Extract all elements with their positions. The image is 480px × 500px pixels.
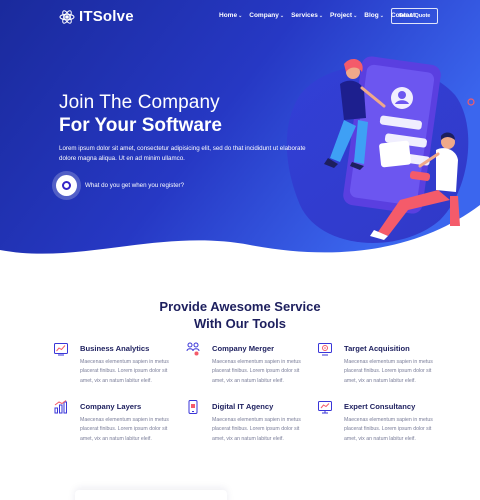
hero-title-line1: Join The Company (59, 92, 220, 113)
merger-people-icon (186, 342, 200, 356)
nav-label: Company (249, 12, 279, 19)
next-section-card (75, 490, 227, 500)
service-description: Maecenas elementum sapien in metus place… (212, 359, 301, 384)
video-play-button[interactable]: What do you get when you register? (56, 175, 184, 196)
get-a-quote-button[interactable]: Get A Quote (391, 8, 438, 24)
brand-name: ITSolve (79, 8, 134, 25)
chevron-down-icon: ⌄ (353, 12, 358, 19)
brand-logo[interactable]: ITSolve (59, 8, 134, 25)
nav-label: Project (330, 12, 353, 19)
hero-title-line2: For Your Software (59, 115, 222, 136)
service-description: Maecenas elementum sapien in metus place… (344, 359, 433, 384)
service-description: Maecenas elementum sapien in metus place… (344, 417, 433, 442)
chevron-down-icon: ⌄ (318, 12, 324, 19)
consultancy-screen-icon (318, 401, 332, 414)
main-nav: Home ⌄ Company ⌄ Services ⌄ Project ⌄ Blog ⌄ … (219, 12, 415, 19)
nav-item-project[interactable]: Project ⌄ (330, 12, 357, 19)
chevron-down-icon: ⌄ (238, 12, 243, 19)
hero-description: Lorem ipsum dolor sit amet, consectetur … (59, 145, 306, 162)
nav-label: Services (291, 12, 318, 19)
chevron-down-icon: ⌄ (379, 12, 384, 19)
nav-item-home[interactable]: Home ⌄ (219, 12, 242, 19)
service-title: Target Acquisition (344, 344, 410, 353)
nav-label: Home (219, 12, 238, 19)
video-label: What do you get when you register? (85, 182, 185, 189)
service-description: Maecenas elementum sapien in metus place… (212, 417, 301, 442)
nav-label: Blog (364, 12, 379, 19)
play-icon (56, 175, 77, 196)
hero-section: ITSolve Home ⌄ Company ⌄ Services ⌄ Project… (0, 0, 480, 275)
atom-icon (59, 9, 75, 24)
nav-item-services[interactable]: Services ⌄ (291, 12, 323, 19)
nav-item-company[interactable]: Company ⌄ (249, 12, 284, 19)
services-heading-line1: Provide Awesome Service (159, 299, 321, 314)
service-title: Company Merger (212, 344, 275, 353)
analytics-chart-icon (54, 343, 68, 356)
services-heading: Provide Awesome Service With Our Tools (0, 298, 480, 332)
services-heading-line2: With Our Tools (193, 316, 287, 331)
service-title: Digital IT Agency (212, 402, 274, 411)
service-description: Maecenas elementum sapien in metus place… (80, 417, 169, 442)
digital-phone-icon (188, 400, 198, 414)
chevron-down-icon: ⌄ (279, 12, 285, 19)
target-monitor-icon (318, 343, 332, 356)
service-title: Company Layers (80, 402, 142, 411)
service-description: Maecenas elementum sapien in metus place… (80, 359, 169, 384)
service-title: Expert Consultancy (344, 402, 416, 411)
service-title: Business Analytics (80, 344, 150, 353)
layers-bar-chart-icon (54, 400, 67, 414)
hero-illustration (324, 56, 462, 240)
nav-item-blog[interactable]: Blog ⌄ (364, 12, 384, 19)
